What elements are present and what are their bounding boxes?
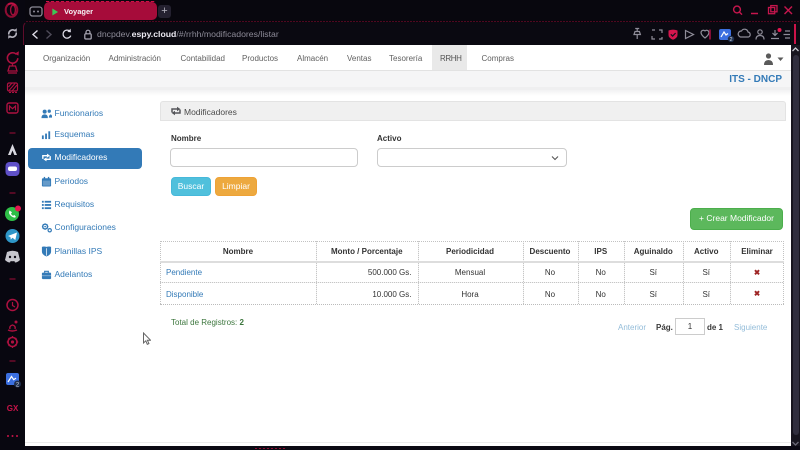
svg-text:GX: GX: [7, 404, 19, 413]
